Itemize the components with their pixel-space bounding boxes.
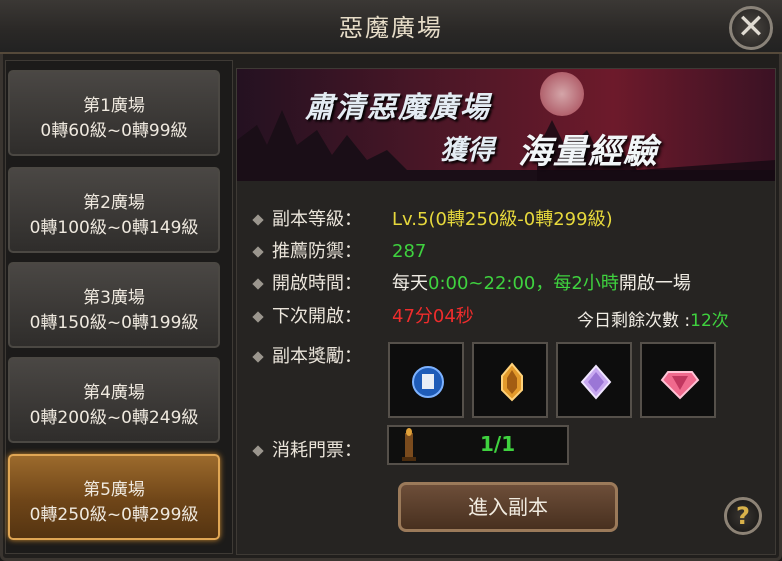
pink-gem-icon [660, 371, 700, 400]
open-time-row: 開啟時間： 每天0:00~22:00，每2小時開啟一場 [252, 269, 691, 295]
banner-headline: 肅清惡魔廣場 [305, 90, 492, 124]
remaining-count-value: 12次 [690, 311, 729, 331]
stage-name: 第5廣場 [83, 480, 145, 500]
window-title: 惡魔廣場 [339, 14, 443, 42]
bullet-icon [252, 246, 264, 258]
open-time-value: 0:00~22:00，每2小時 [428, 273, 619, 294]
reward-slot-4[interactable] [640, 342, 716, 418]
stage-button-4[interactable]: 第4廣場 0轉200級~0轉249級 [8, 357, 220, 443]
reward-slot-3[interactable] [556, 342, 632, 418]
ticket-label-row: 消耗門票： [252, 436, 392, 462]
bullet-icon [252, 351, 264, 363]
banner-subline-highlight: 海量經驗 [518, 132, 658, 172]
question-mark-icon: ? [736, 502, 750, 530]
stage-button-2[interactable]: 第2廣場 0轉100級~0轉149級 [8, 167, 220, 253]
reward-label-row: 副本獎勵： [252, 342, 392, 368]
bullet-icon [252, 445, 264, 457]
bullet-icon [252, 214, 264, 226]
dungeon-level-row: 副本等級： Lv.5(0轉250級-0轉299級) [252, 205, 613, 231]
close-button[interactable]: ✕ [729, 6, 773, 50]
next-open-row: 下次開啟： 47分04秒 [252, 302, 474, 328]
close-icon: ✕ [736, 7, 766, 47]
stage-name: 第1廣場 [83, 96, 145, 116]
banner-subline-prefix: 獲得 [440, 135, 494, 166]
enter-dungeon-button[interactable]: 進入副本 [398, 482, 618, 532]
stage-name: 第2廣場 [83, 193, 145, 213]
help-button[interactable]: ? [724, 497, 762, 535]
stage-name: 第3廣場 [83, 288, 145, 308]
stage-button-1[interactable]: 第1廣場 0轉60級~0轉99級 [8, 70, 220, 156]
dungeon-level-value: Lv.5(0轉250級-0轉299級) [392, 209, 613, 230]
ticket-count: 1/1 [480, 432, 516, 456]
countdown-timer: 47分04秒 [392, 306, 474, 327]
stage-range: 0轉200級~0轉249級 [29, 408, 199, 428]
purple-diamond-icon [580, 364, 612, 400]
blue-scroll-orb-icon [412, 366, 444, 398]
stage-button-3[interactable]: 第3廣場 0轉150級~0轉199級 [8, 262, 220, 348]
remaining-count-row: 今日剩餘次數 :12次 [577, 311, 729, 331]
stage-name: 第4廣場 [83, 383, 145, 403]
reward-slot-2[interactable] [472, 342, 548, 418]
stage-range: 0轉150級~0轉199級 [29, 313, 199, 333]
bullet-icon [252, 311, 264, 323]
stage-button-5[interactable]: 第5廣場 0轉250級~0轉299級 [8, 454, 220, 540]
defense-value: 287 [392, 241, 427, 262]
reward-slot-1[interactable] [388, 342, 464, 418]
recommended-defense-row: 推薦防禦： 287 [252, 237, 427, 263]
ticket-box [387, 425, 569, 465]
ticket-candle-icon [402, 428, 416, 461]
bullet-icon [252, 278, 264, 290]
stage-range: 0轉60級~0轉99級 [40, 121, 188, 141]
amber-crystal-icon [501, 362, 523, 402]
stage-range: 0轉250級~0轉299級 [29, 505, 199, 525]
stage-range: 0轉100級~0轉149級 [29, 218, 199, 238]
